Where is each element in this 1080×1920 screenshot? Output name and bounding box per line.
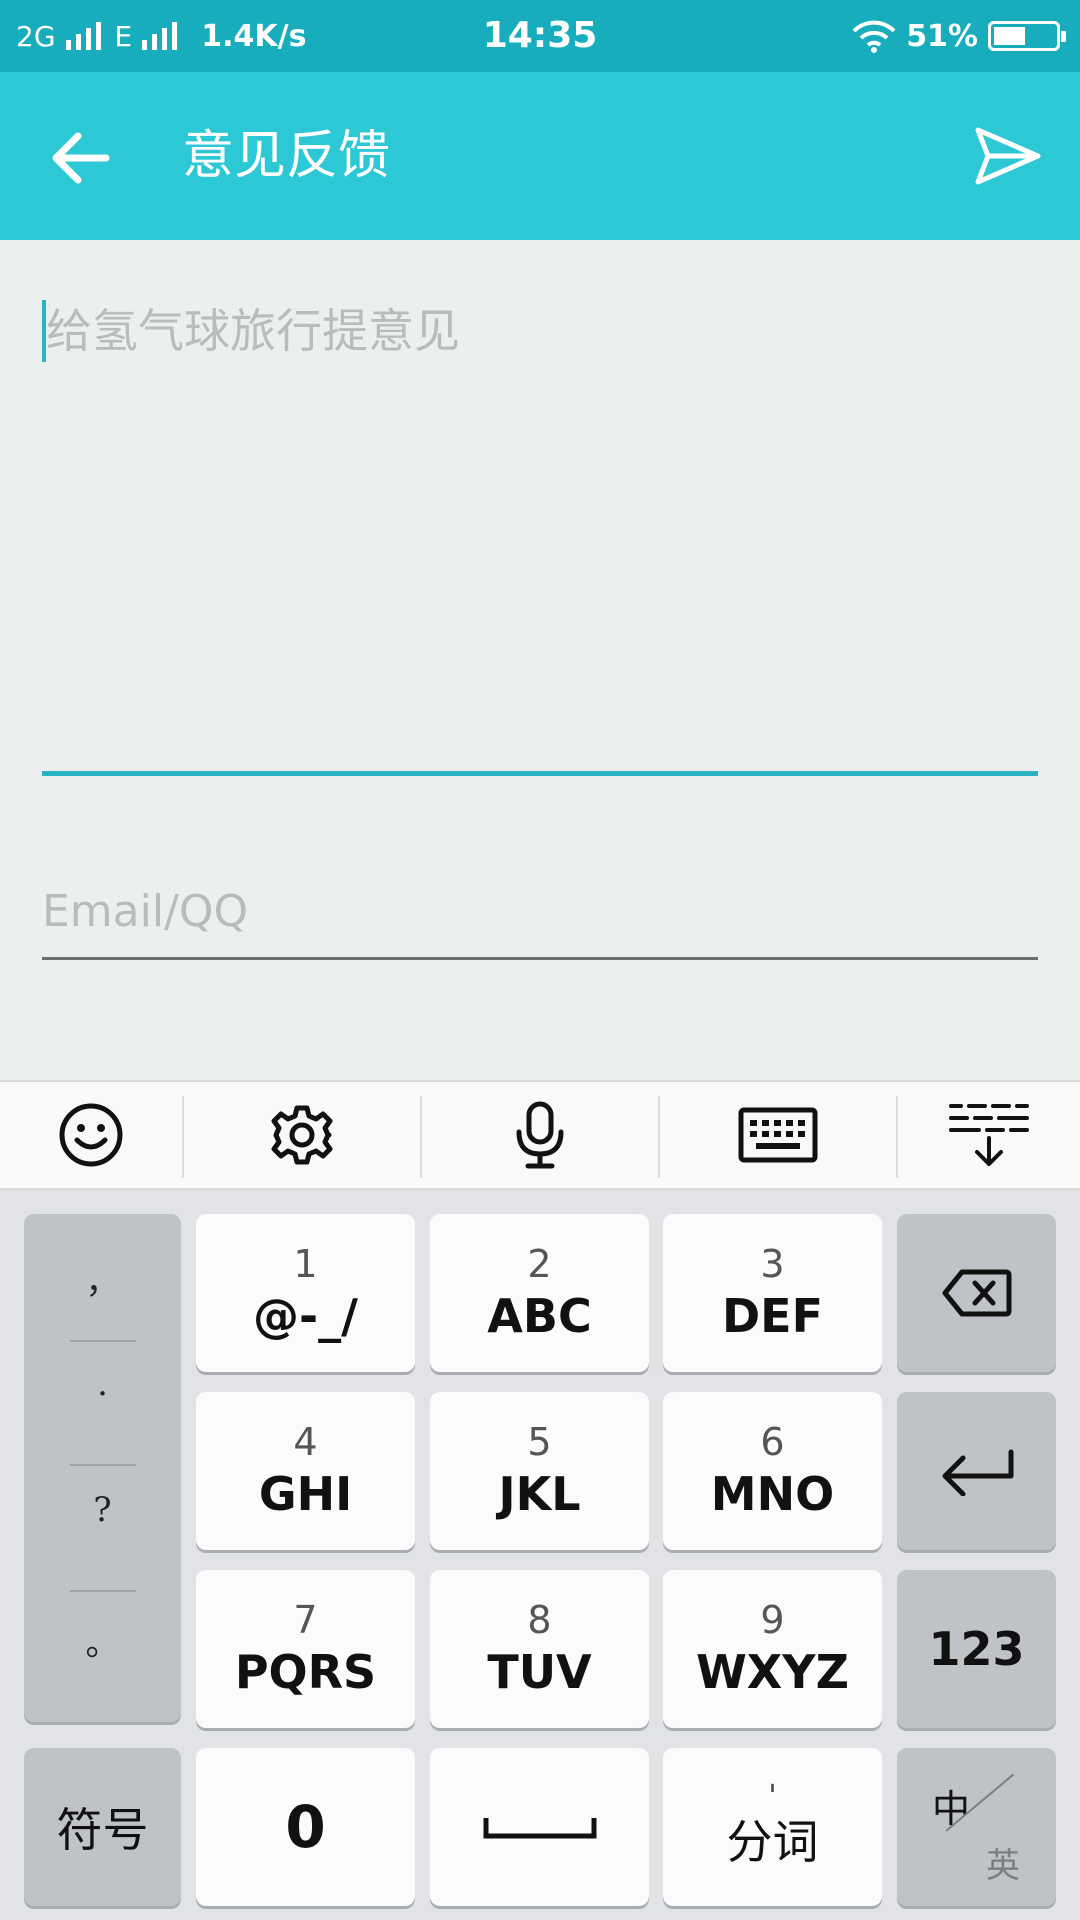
enter-key[interactable] <box>897 1392 1056 1550</box>
backspace-icon <box>942 1269 1011 1317</box>
app-bar: 意见反馈 <box>0 72 1080 240</box>
punct-divider <box>70 1464 136 1466</box>
key-3[interactable]: 3 DEF <box>663 1214 882 1372</box>
key-number: 2 <box>527 1242 552 1286</box>
contact-placeholder: Email/QQ <box>42 886 249 937</box>
back-button[interactable] <box>40 118 120 198</box>
symbol-label: 符号 <box>56 1803 149 1857</box>
punct-period-key[interactable]: . <box>24 1364 181 1404</box>
key-letters: MNO <box>710 1467 835 1521</box>
emoji-icon <box>59 1103 123 1167</box>
status-right: 51% <box>852 0 1066 72</box>
key-number: 5 <box>527 1420 552 1464</box>
key-letters: DEF <box>721 1289 824 1343</box>
keyboard-toolbar <box>0 1080 1080 1190</box>
language-switch-glyph: 中 英 <box>898 1748 1055 1906</box>
battery-percent: 51% <box>906 18 978 54</box>
key-number: 8 <box>527 1598 552 1642</box>
page-title: 意见反馈 <box>182 126 391 186</box>
send-icon <box>975 127 1041 185</box>
symbol-key[interactable]: 符号 <box>24 1748 181 1906</box>
segment-label: 分词 <box>726 1815 819 1869</box>
key-1[interactable]: 1 @-_/ <box>196 1214 415 1372</box>
battery-icon <box>988 21 1066 51</box>
send-button[interactable] <box>972 124 1044 188</box>
key-letters: TUV <box>487 1645 592 1699</box>
contact-input[interactable]: Email/QQ <box>42 880 1038 960</box>
number-mode-key[interactable]: 123 <box>897 1570 1056 1728</box>
key-number: 4 <box>293 1420 318 1464</box>
feedback-input[interactable]: 给氢气球旅行提意见 <box>42 260 1038 776</box>
space-key[interactable] <box>430 1748 649 1906</box>
key-6[interactable]: 6 MNO <box>663 1392 882 1550</box>
backspace-key[interactable] <box>897 1214 1056 1372</box>
voice-input-button[interactable] <box>422 1082 658 1188</box>
segment-apostrophe: ' <box>768 1779 777 1814</box>
key-9[interactable]: 9 WXYZ <box>663 1570 882 1728</box>
zero-label: 0 <box>285 1793 326 1861</box>
punct-comma-key[interactable]: ， <box>24 1254 181 1303</box>
punct-fullstop-key[interactable]: 。 <box>24 1616 181 1665</box>
lang-en-label: 英 <box>986 1846 1020 1886</box>
punct-divider <box>70 1340 136 1342</box>
back-arrow-icon <box>52 132 110 184</box>
segment-key[interactable]: ' 分词 <box>663 1748 882 1906</box>
key-number: 3 <box>760 1242 785 1286</box>
key-letters: ABC <box>487 1289 592 1343</box>
space-icon <box>483 1818 596 1839</box>
key-0[interactable]: 0 <box>196 1748 415 1906</box>
language-switch-key[interactable]: 中 英 <box>897 1748 1056 1906</box>
key-7[interactable]: 7 PQRS <box>196 1570 415 1728</box>
key-number: 6 <box>760 1420 785 1464</box>
number-mode-label: 123 <box>928 1622 1025 1676</box>
collapse-keyboard-icon <box>949 1104 1029 1166</box>
emoji-button[interactable] <box>0 1082 182 1188</box>
key-letters: WXYZ <box>696 1645 849 1699</box>
status-bar: 2G E 1.4K/s 14:35 51% <box>0 0 1080 72</box>
key-letters: @-_/ <box>253 1289 358 1343</box>
punct-question-key[interactable]: ? <box>24 1490 181 1530</box>
feedback-placeholder: 给氢气球旅行提意见 <box>46 304 460 358</box>
microphone-icon <box>516 1101 564 1169</box>
enter-icon <box>942 1449 1013 1496</box>
key-letters: GHI <box>258 1467 353 1521</box>
keyboard-switch-button[interactable] <box>660 1082 896 1188</box>
key-letters: JKL <box>498 1467 581 1521</box>
key-4[interactable]: 4 GHI <box>196 1392 415 1550</box>
key-letters: PQRS <box>234 1645 377 1699</box>
keyboard-icon <box>738 1107 818 1163</box>
key-number: 7 <box>293 1598 318 1642</box>
key-number: 1 <box>293 1242 318 1286</box>
settings-button[interactable] <box>184 1082 420 1188</box>
key-number: 9 <box>760 1598 785 1642</box>
key-8[interactable]: 8 TUV <box>430 1570 649 1728</box>
punct-divider <box>70 1590 136 1592</box>
punctuation-column[interactable]: ， . ? 。 <box>24 1214 181 1722</box>
key-5[interactable]: 5 JKL <box>430 1392 649 1550</box>
hide-keyboard-button[interactable] <box>898 1082 1080 1188</box>
settings-icon <box>271 1105 333 1165</box>
key-2[interactable]: 2 ABC <box>430 1214 649 1372</box>
wifi-icon <box>852 20 896 53</box>
